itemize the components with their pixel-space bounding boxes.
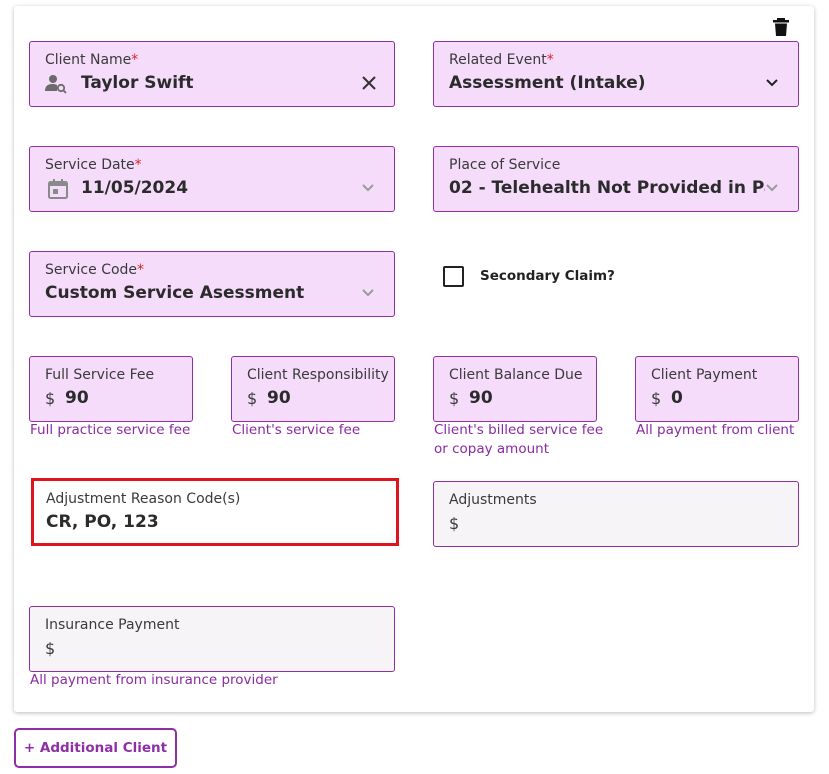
service-date-field[interactable]: Service Date* 11/05/2024	[29, 146, 395, 212]
client-balance-due-value: 90	[469, 388, 493, 408]
helper-line: Client's billed service fee	[434, 422, 604, 438]
person-search-icon	[45, 75, 67, 94]
service-date-value: 11/05/2024	[81, 178, 189, 198]
chevron-down-icon[interactable]	[360, 285, 376, 301]
currency-symbol: $	[45, 639, 56, 658]
client-balance-due-field[interactable]: Client Balance Due $90	[433, 356, 597, 422]
place-of-service-select[interactable]: Place of Service 02 - Telehealth Not Pro…	[433, 146, 799, 212]
insurance-payment-helper: All payment from insurance provider	[30, 672, 278, 688]
client-payment-value: 0	[671, 388, 683, 408]
client-payment-field[interactable]: Client Payment $0	[635, 356, 799, 422]
chevron-down-icon[interactable]	[360, 180, 376, 196]
service-code-value: Custom Service Asessment	[45, 283, 305, 303]
currency-symbol: $	[449, 389, 460, 408]
full-service-fee-value: 90	[65, 388, 89, 408]
service-code-select[interactable]: Service Code* Custom Service Asessment	[29, 251, 395, 317]
place-of-service-value: 02 - Telehealth Not Provided in Patient'…	[449, 178, 765, 198]
client-name-label: Client Name	[45, 52, 132, 68]
required-mark: *	[131, 52, 139, 68]
close-icon[interactable]	[360, 74, 378, 92]
secondary-claim-label: Secondary Claim?	[480, 268, 615, 284]
service-code-label: Service Code	[45, 262, 138, 278]
client-responsibility-helper: Client's service fee	[232, 422, 361, 438]
currency-symbol: $	[247, 389, 258, 408]
client-payment-label: Client Payment	[651, 367, 758, 383]
adjustments-field[interactable]: Adjustments $	[433, 481, 799, 547]
required-mark: *	[134, 157, 142, 173]
required-mark: *	[137, 262, 145, 278]
secondary-claim-checkbox[interactable]	[443, 266, 464, 287]
adjustment-reason-field[interactable]: Adjustment Reason Code(s) CR, PO, 123	[31, 478, 399, 546]
related-event-select[interactable]: Related Event* Assessment (Intake)	[433, 41, 799, 107]
related-event-label: Related Event	[449, 52, 547, 68]
full-service-fee-field[interactable]: Full Service Fee $90	[29, 356, 193, 422]
required-mark: *	[546, 52, 554, 68]
adjustments-label: Adjustments	[449, 492, 537, 508]
currency-symbol: $	[45, 389, 56, 408]
currency-symbol: $	[651, 389, 662, 408]
client-responsibility-label: Client Responsibility	[247, 367, 389, 383]
adjustment-reason-label: Adjustment Reason Code(s)	[46, 491, 241, 507]
adjustment-reason-value: CR, PO, 123	[46, 512, 159, 532]
place-of-service-label: Place of Service	[449, 157, 561, 173]
client-balance-due-helper: Client's billed service fee or copay amo…	[434, 421, 603, 459]
client-payment-helper: All payment from client	[636, 422, 795, 438]
insurance-payment-field[interactable]: Insurance Payment $	[29, 606, 395, 672]
helper-line: or copay amount	[434, 441, 549, 457]
chevron-down-icon[interactable]	[764, 75, 780, 91]
calendar-icon[interactable]	[48, 179, 68, 199]
currency-symbol: $	[449, 514, 460, 533]
insurance-payment-label: Insurance Payment	[45, 617, 180, 633]
full-service-fee-label: Full Service Fee	[45, 367, 155, 383]
client-responsibility-field[interactable]: Client Responsibility $90	[231, 356, 395, 422]
full-service-fee-helper: Full practice service fee	[30, 422, 191, 438]
service-date-label: Service Date	[45, 157, 135, 173]
chevron-down-icon[interactable]	[764, 180, 780, 196]
related-event-value: Assessment (Intake)	[449, 73, 646, 93]
client-name-field[interactable]: Client Name* Taylor Swift	[29, 41, 395, 107]
trash-icon[interactable]	[773, 18, 789, 36]
client-responsibility-value: 90	[267, 388, 291, 408]
client-balance-due-label: Client Balance Due	[449, 367, 583, 383]
add-client-button[interactable]: + Additional Client	[14, 728, 177, 768]
client-name-value: Taylor Swift	[81, 73, 194, 93]
